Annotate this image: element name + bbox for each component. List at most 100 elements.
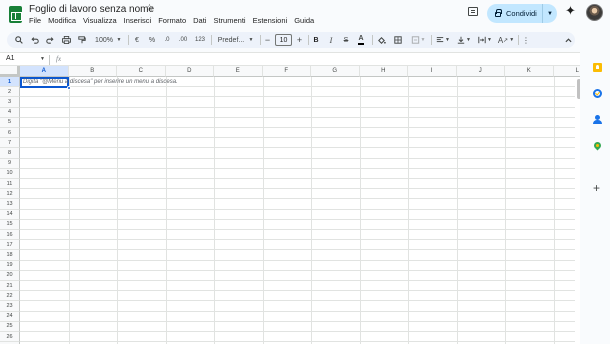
menu-file[interactable]: File	[29, 16, 41, 25]
column-header[interactable]: D	[165, 66, 214, 77]
row-header[interactable]: 19	[0, 260, 20, 271]
menu-dati[interactable]: Dati	[193, 16, 206, 25]
row-header[interactable]: 10	[0, 168, 20, 179]
column-header[interactable]: H	[359, 66, 408, 77]
decrease-font-size-button[interactable]: −	[263, 32, 272, 48]
row-header[interactable]: 23	[0, 301, 20, 312]
paint-format-icon[interactable]	[76, 32, 88, 48]
comment-icon[interactable]	[468, 7, 478, 16]
text-wrap-icon[interactable]: ▼	[476, 32, 494, 48]
column-header[interactable]: F	[262, 66, 311, 77]
plus-icon[interactable]: +	[593, 182, 600, 194]
increase-decimal-button[interactable]: .00	[176, 32, 190, 48]
menu-estensioni[interactable]: Estensioni	[253, 16, 288, 25]
row-header[interactable]: 16	[0, 230, 20, 241]
column-header[interactable]: B	[68, 66, 117, 77]
font-family-select[interactable]: Predef...	[215, 32, 247, 48]
column-header[interactable]: J	[456, 66, 505, 77]
sheets-logo-icon[interactable]	[9, 6, 22, 23]
column-header[interactable]: K	[505, 66, 554, 77]
keep-icon[interactable]	[593, 63, 602, 72]
horizontal-align-icon[interactable]: ▼	[434, 32, 452, 48]
undo-icon[interactable]	[29, 32, 41, 48]
row-header[interactable]: 1	[0, 77, 20, 88]
currency-button[interactable]: €	[132, 32, 142, 48]
column-header[interactable]: C	[117, 66, 166, 77]
row-header[interactable]: 4	[0, 107, 20, 118]
chevron-down-icon[interactable]: ▼	[40, 56, 45, 62]
column-header[interactable]: I	[408, 66, 457, 77]
row-gridline	[20, 188, 580, 190]
more-options-icon[interactable]: ⋮	[521, 32, 531, 48]
search-menus-icon[interactable]	[13, 32, 25, 48]
row-header[interactable]: 17	[0, 240, 20, 251]
menu-strumenti[interactable]: Strumenti	[213, 16, 245, 25]
menu-visualizza[interactable]: Visualizza	[83, 16, 117, 25]
increase-font-size-button[interactable]: +	[295, 32, 304, 48]
scrollbar-thumb[interactable]	[577, 79, 580, 99]
row-header[interactable]: 11	[0, 179, 20, 190]
fill-color-icon[interactable]	[375, 32, 387, 48]
dropdown-hint: Digita "@Menu a discesa" per inserire un…	[23, 79, 178, 85]
chevron-down-icon[interactable]: ▼	[247, 32, 255, 48]
row-header[interactable]: 7	[0, 138, 20, 149]
italic-button[interactable]: I	[326, 32, 336, 48]
text-rotation-icon[interactable]: A ↗ ▼	[497, 32, 515, 48]
print-icon[interactable]	[60, 32, 72, 48]
star-icon[interactable]: ☆	[145, 3, 154, 14]
row-header[interactable]: 2	[0, 87, 20, 98]
row-header[interactable]: 12	[0, 189, 20, 200]
column-header[interactable]: G	[311, 66, 360, 77]
column-header[interactable]: A	[20, 66, 69, 77]
borders-icon[interactable]	[392, 32, 404, 48]
font-size-input[interactable]: 10	[275, 34, 292, 46]
fill-handle[interactable]	[67, 86, 71, 90]
row-header[interactable]: 22	[0, 291, 20, 302]
collapse-toolbar-icon[interactable]	[563, 32, 573, 48]
document-title[interactable]: Foglio di lavoro senza nome	[29, 4, 154, 15]
menu-formato[interactable]: Formato	[158, 16, 186, 25]
vertical-scrollbar[interactable]	[575, 77, 580, 344]
row-header[interactable]: 5	[0, 117, 20, 128]
row-header[interactable]: 15	[0, 219, 20, 230]
menu-inserisci[interactable]: Inserisci	[124, 16, 152, 25]
avatar[interactable]	[586, 4, 603, 21]
maps-icon[interactable]	[593, 142, 602, 151]
share-main[interactable]: Condividi	[487, 4, 543, 23]
menu-modifica[interactable]: Modifica	[48, 16, 76, 25]
row-header[interactable]: 24	[0, 311, 20, 322]
chevron-down-icon[interactable]: ▼	[115, 32, 123, 48]
share-button[interactable]: Condividi ▼	[487, 4, 557, 23]
merge-cells-icon[interactable]: ▼	[409, 32, 427, 48]
row-header[interactable]: 9	[0, 158, 20, 169]
row-header[interactable]: 26	[0, 332, 20, 343]
row-header[interactable]: 8	[0, 148, 20, 159]
spreadsheet-grid[interactable]: A B C D E F G H I J K L 1 2 3 4 5 6 7 8 9 10 11 12 13 14 15 16 17 18 1…	[0, 66, 580, 344]
column-header[interactable]: E	[214, 66, 263, 77]
row-header[interactable]: 21	[0, 281, 20, 292]
row-header[interactable]: 13	[0, 199, 20, 210]
decrease-decimal-button[interactable]: .0	[161, 32, 173, 48]
row-header[interactable]: 3	[0, 97, 20, 108]
chevron-down-icon[interactable]: ▼	[543, 11, 557, 17]
text-color-button[interactable]: A	[355, 32, 367, 48]
zoom-select[interactable]: 100%	[93, 32, 115, 48]
row-header[interactable]: 6	[0, 128, 20, 139]
strikethrough-button[interactable]: S	[341, 32, 351, 48]
row-header[interactable]: 14	[0, 209, 20, 220]
tasks-icon[interactable]	[593, 89, 602, 98]
name-box[interactable]: A1	[6, 55, 15, 62]
row-header[interactable]: 25	[0, 321, 20, 332]
redo-icon[interactable]	[44, 32, 56, 48]
row-header[interactable]: 18	[0, 250, 20, 261]
vertical-align-icon[interactable]: ▼	[455, 32, 473, 48]
row-header[interactable]: 20	[0, 270, 20, 281]
percent-button[interactable]: %	[147, 32, 157, 48]
contacts-icon[interactable]	[593, 115, 602, 124]
number-format-button[interactable]: 123	[193, 32, 207, 48]
bold-button[interactable]: B	[311, 32, 321, 48]
select-all-corner[interactable]	[0, 66, 20, 77]
column-header[interactable]: L	[553, 66, 580, 77]
gemini-icon[interactable]: ✦	[565, 4, 576, 17]
menu-guida[interactable]: Guida	[294, 16, 314, 25]
